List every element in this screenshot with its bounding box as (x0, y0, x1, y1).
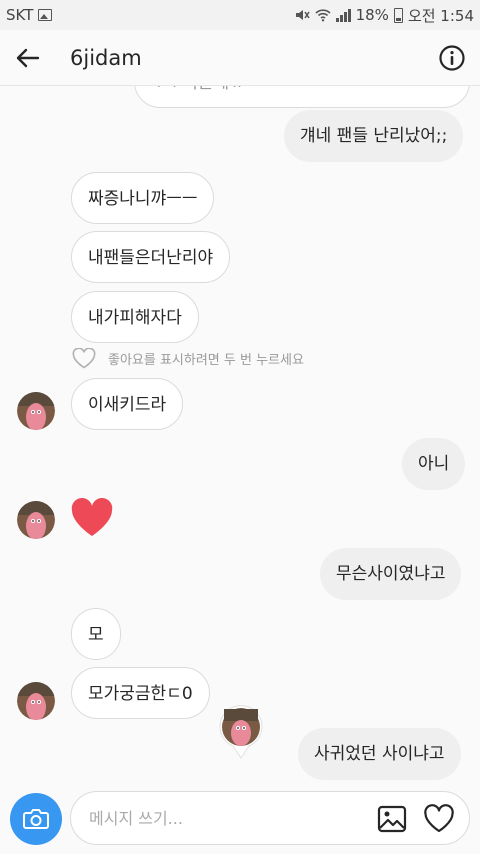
gallery-notification-icon (38, 9, 53, 21)
message-incoming-1[interactable]: 짜증나니꺄ㅡㅡ (71, 172, 215, 224)
info-icon[interactable] (438, 44, 466, 72)
back-arrow-icon (16, 48, 40, 67)
message-outgoing-3[interactable]: 무슨사이였냐고 (320, 548, 462, 600)
message-input-wrapper (70, 791, 470, 845)
status-bar: SKT 18% 오전 1:54 (0, 0, 480, 30)
signal-icon (335, 8, 351, 22)
message-outgoing-4[interactable]: 사귀었던 사이냐고 (298, 728, 461, 780)
message-incoming-6[interactable]: 모가궁금한ㄷ0 (71, 667, 210, 719)
back-button[interactable] (0, 30, 56, 86)
camera-icon (23, 809, 49, 829)
message-incoming-5[interactable]: 모 (71, 608, 121, 660)
like-hint-text: 좋아요를 표시하려면 두 번 누르세요 (108, 353, 304, 368)
message-partial-top: ㅜㅜ러운데ㅠ (134, 86, 470, 108)
battery-percent: 18% (355, 6, 389, 24)
avatar[interactable] (17, 501, 55, 539)
like-hint: 좋아요를 표시하려면 두 번 누르세요 (72, 348, 304, 369)
message-thread[interactable]: ㅜㅜ러운데ㅠ 걔네 팬들 난리났어;; 짜증나니꺄ㅡㅡ 내팬들은더난리야 내가피… (0, 86, 480, 786)
message-input[interactable] (89, 792, 369, 844)
heart-icon[interactable] (423, 804, 455, 834)
heart-outline-icon (72, 348, 96, 369)
message-incoming-4[interactable]: 이새키드라 (71, 378, 184, 430)
message-incoming-3[interactable]: 내가피해자다 (71, 291, 199, 343)
avatar[interactable] (17, 392, 55, 430)
seen-avatar (219, 705, 263, 759)
message-outgoing-1[interactable]: 걔네 팬들 난리났어;; (284, 110, 464, 162)
camera-button[interactable] (10, 793, 62, 845)
battery-icon (393, 7, 403, 23)
message-composer (0, 786, 480, 854)
wifi-icon (315, 9, 331, 22)
mute-icon (295, 10, 310, 20)
avatar[interactable] (17, 682, 55, 720)
conversation-title[interactable]: 6jidam (70, 46, 142, 70)
clock: 오전 1:54 (407, 6, 474, 25)
photo-icon[interactable] (377, 804, 407, 834)
conversation-header: 6jidam (0, 30, 480, 86)
heart-message-icon[interactable] (70, 498, 114, 538)
message-incoming-2[interactable]: 내팬들은더난리야 (71, 231, 231, 283)
message-outgoing-2[interactable]: 아니 (402, 438, 466, 490)
carrier-label: SKT (6, 6, 34, 24)
